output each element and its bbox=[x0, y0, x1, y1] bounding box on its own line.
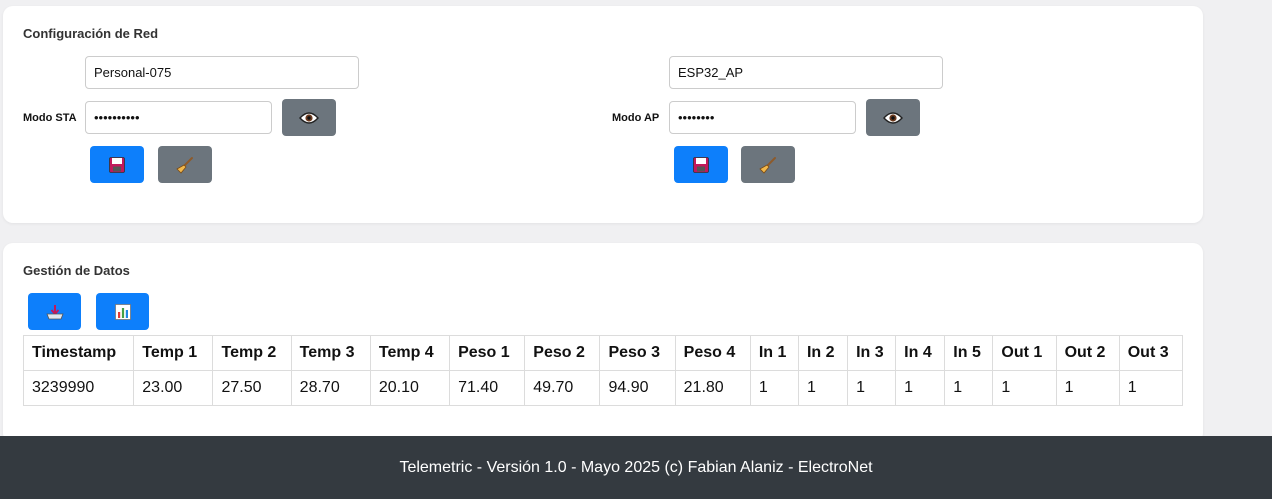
table-cell: 71.40 bbox=[449, 370, 526, 406]
table-cell: 3239990 bbox=[22, 370, 135, 406]
ap-password-input[interactable] bbox=[669, 101, 856, 134]
data-table-wrapper: Timestamp Temp 1 Temp 2 Temp 3 Temp 4 Pe… bbox=[22, 335, 1184, 406]
data-management-card: Gestión de Datos Timestamp Temp 1 Temp 2… bbox=[3, 243, 1203, 443]
table-cell: 49.70 bbox=[524, 370, 601, 406]
download-tray-icon bbox=[45, 304, 65, 320]
table-cell: 1 bbox=[749, 370, 799, 406]
sta-show-password-button[interactable] bbox=[282, 99, 336, 136]
sta-save-button[interactable] bbox=[90, 146, 144, 183]
column-header: In 3 bbox=[847, 335, 897, 371]
sta-ssid-input[interactable] bbox=[85, 56, 359, 89]
ap-save-button[interactable] bbox=[674, 146, 728, 183]
column-header: Peso 1 bbox=[449, 335, 526, 371]
table-cell: 28.70 bbox=[290, 370, 371, 406]
column-header: In 4 bbox=[895, 335, 946, 371]
table-row: 3239990 23.00 27.50 28.70 20.10 71.40 49… bbox=[22, 370, 1184, 406]
column-header: In 1 bbox=[749, 335, 799, 371]
network-config-title: Configuración de Red bbox=[23, 26, 159, 41]
column-header: Timestamp bbox=[22, 335, 135, 371]
data-table: Timestamp Temp 1 Temp 2 Temp 3 Temp 4 Pe… bbox=[22, 335, 1184, 406]
sta-mode-label: Modo STA bbox=[23, 112, 77, 124]
floppy-disk-icon bbox=[693, 156, 709, 173]
table-cell: 1 bbox=[895, 370, 946, 406]
column-header: Peso 2 bbox=[524, 335, 601, 371]
table-cell: 94.90 bbox=[599, 370, 676, 406]
table-cell: 21.80 bbox=[674, 370, 751, 406]
broom-icon bbox=[759, 156, 777, 174]
column-header: In 5 bbox=[944, 335, 994, 371]
sta-clear-button[interactable] bbox=[158, 146, 212, 183]
column-header: Temp 1 bbox=[133, 335, 214, 371]
column-header: Temp 4 bbox=[369, 335, 451, 371]
table-cell: 1 bbox=[847, 370, 897, 406]
table-cell: 20.10 bbox=[369, 370, 451, 406]
network-config-card: Configuración de Red Modo STA Modo AP bbox=[3, 6, 1203, 223]
ap-mode-label: Modo AP bbox=[612, 112, 660, 124]
table-cell: 23.00 bbox=[133, 370, 214, 406]
column-header: In 2 bbox=[797, 335, 849, 371]
chart-button[interactable] bbox=[96, 293, 149, 330]
table-cell: 1 bbox=[1055, 370, 1120, 406]
footer-text: Telemetric - Versión 1.0 - Mayo 2025 (c)… bbox=[399, 458, 873, 476]
table-cell: 27.50 bbox=[212, 370, 292, 406]
sta-password-input[interactable] bbox=[85, 101, 272, 134]
footer: Telemetric - Versión 1.0 - Mayo 2025 (c)… bbox=[0, 436, 1272, 499]
download-button[interactable] bbox=[28, 293, 81, 330]
ap-show-password-button[interactable] bbox=[866, 99, 920, 136]
table-cell: 1 bbox=[992, 370, 1057, 406]
bar-chart-icon bbox=[114, 303, 131, 320]
column-header: Temp 2 bbox=[212, 335, 292, 371]
column-header: Temp 3 bbox=[290, 335, 371, 371]
table-cell: 1 bbox=[797, 370, 849, 406]
broom-icon bbox=[176, 156, 194, 174]
floppy-disk-icon bbox=[109, 156, 125, 173]
column-header: Peso 3 bbox=[599, 335, 676, 371]
column-header: Out 1 bbox=[992, 335, 1057, 371]
column-header: Out 3 bbox=[1118, 335, 1184, 371]
eye-icon bbox=[299, 111, 319, 125]
table-cell: 1 bbox=[1118, 370, 1184, 406]
ap-ssid-input[interactable] bbox=[669, 56, 943, 89]
data-management-title: Gestión de Datos bbox=[23, 263, 130, 278]
table-header-row: Timestamp Temp 1 Temp 2 Temp 3 Temp 4 Pe… bbox=[22, 335, 1184, 371]
column-header: Peso 4 bbox=[674, 335, 751, 371]
eye-icon bbox=[883, 111, 903, 125]
column-header: Out 2 bbox=[1055, 335, 1120, 371]
table-cell: 1 bbox=[944, 370, 994, 406]
ap-clear-button[interactable] bbox=[741, 146, 795, 183]
